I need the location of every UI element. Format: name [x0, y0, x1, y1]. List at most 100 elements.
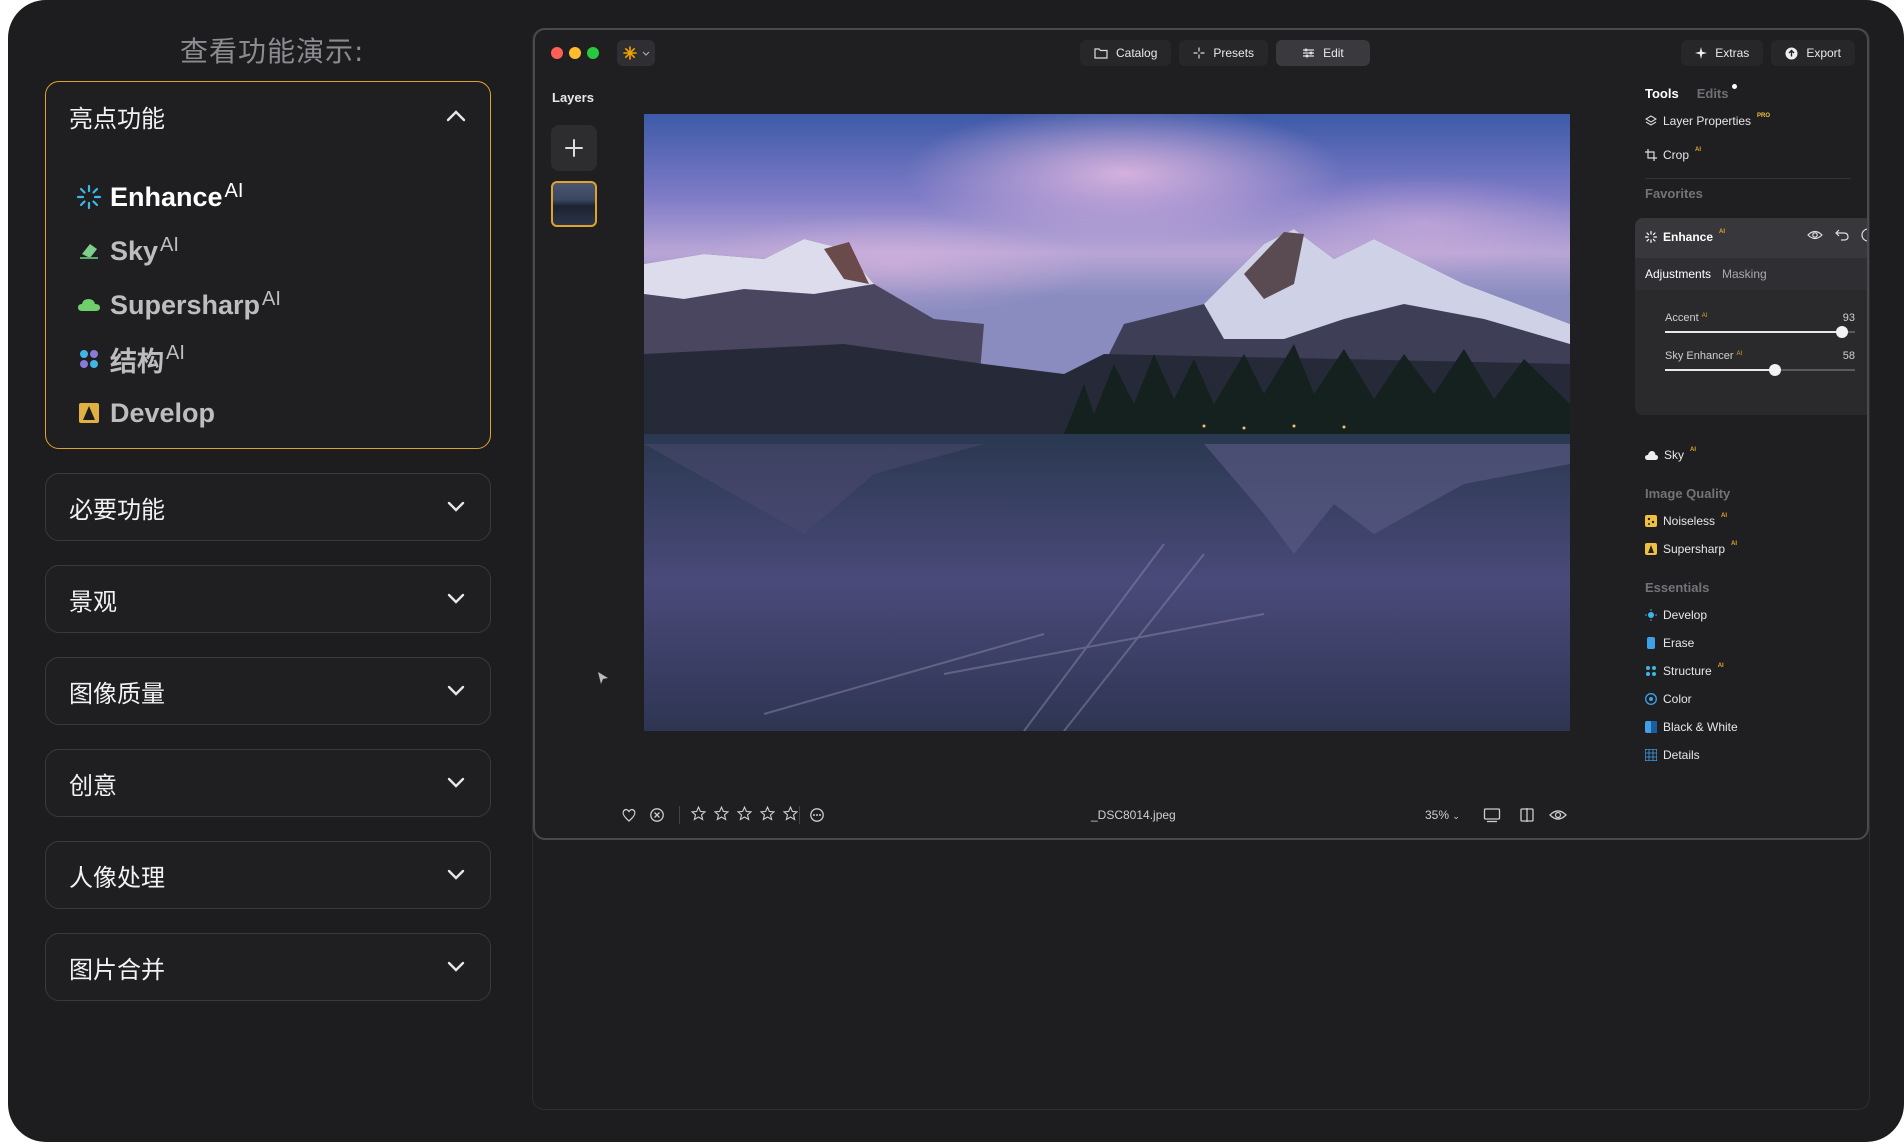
- photo-canvas[interactable]: [644, 114, 1570, 731]
- accent-value: 93: [1842, 312, 1855, 324]
- accordion-essentials[interactable]: 必要功能: [45, 473, 491, 541]
- ai-badge: AI: [1701, 313, 1708, 319]
- heart-icon[interactable]: [621, 807, 637, 823]
- accordion-image-quality[interactable]: 图像质量: [45, 657, 491, 725]
- sky-enhancer-text: Sky Enhancer: [1665, 350, 1734, 362]
- sky-enhancer-slider[interactable]: [1665, 364, 1855, 376]
- enhance-card: Enhance AI Adjustments Masking Accent AI …: [1635, 218, 1869, 415]
- accordion-landscape[interactable]: 景观: [45, 565, 491, 633]
- enhance-sliders: Accent AI 93 Sky Enhancer AI 58: [1635, 290, 1867, 415]
- info-icon[interactable]: [1861, 228, 1869, 242]
- tool-label: Supersharp: [1663, 542, 1726, 556]
- tool-supersharp[interactable]: Supersharp AI: [1645, 541, 1737, 556]
- star-icon[interactable]: [714, 806, 729, 821]
- edit-tab[interactable]: Edit: [1276, 40, 1370, 66]
- chevron-down-icon: [447, 593, 465, 604]
- cloud-icon: [1645, 450, 1658, 460]
- tool-erase[interactable]: Erase: [1645, 636, 1694, 650]
- tool-noiseless[interactable]: Noiseless AI: [1645, 513, 1727, 528]
- divider: [1645, 178, 1851, 179]
- enhance-icon: [76, 184, 102, 210]
- minimize-window-button[interactable]: [569, 47, 581, 59]
- feature-name: Supersharp: [110, 289, 261, 320]
- tool-black-white[interactable]: Black & White: [1645, 720, 1738, 734]
- ai-badge: AI: [1717, 663, 1724, 669]
- accordion-merge[interactable]: 图片合并: [45, 933, 491, 1001]
- tools-tab[interactable]: Tools: [1645, 86, 1679, 101]
- star-icon[interactable]: [760, 806, 775, 821]
- accordion-header: 人像处理: [46, 842, 490, 908]
- star-icon[interactable]: [691, 806, 706, 821]
- chevron-down-icon: [642, 51, 650, 56]
- structure-icon: [80, 350, 98, 368]
- ai-superscript: AI: [262, 287, 281, 310]
- tool-details[interactable]: Details: [1645, 748, 1700, 762]
- feature-name: 结构: [110, 346, 164, 377]
- feature-item-sky[interactable]: Sky AI: [76, 224, 281, 278]
- enhance-header[interactable]: Enhance AI: [1645, 229, 1725, 244]
- tool-layer-properties[interactable]: Layer Properties PRO: [1645, 113, 1771, 128]
- enhance-title: Enhance: [1663, 230, 1714, 244]
- pro-badge: PRO: [1757, 113, 1771, 119]
- adjustments-tab[interactable]: Adjustments: [1645, 267, 1711, 281]
- noiseless-icon: [1645, 515, 1657, 527]
- tool-crop[interactable]: Crop AI: [1645, 147, 1701, 162]
- tool-color[interactable]: Color: [1645, 692, 1692, 706]
- bottom-toolbar: _DSC8014.jpeg 35% ⌄: [535, 800, 1605, 830]
- catalog-tab[interactable]: Catalog: [1080, 40, 1172, 66]
- star-icon[interactable]: [783, 806, 798, 821]
- feature-name: Develop: [110, 397, 216, 428]
- tool-sky[interactable]: Sky AI: [1645, 447, 1696, 462]
- chevron-down-icon: [447, 777, 465, 788]
- sparkle-icon: [1193, 47, 1205, 59]
- star-icon[interactable]: [737, 806, 752, 821]
- feature-item-develop[interactable]: Develop: [76, 386, 281, 440]
- eye-icon[interactable]: [1807, 228, 1823, 242]
- supersharp-icon: [1645, 543, 1657, 555]
- reject-icon[interactable]: [649, 807, 665, 823]
- zoom-window-button[interactable]: [587, 47, 599, 59]
- undo-icon[interactable]: [1835, 228, 1849, 242]
- masking-tab[interactable]: Masking: [1722, 267, 1767, 281]
- accordion-header: 必要功能: [46, 474, 490, 540]
- app-menu-button[interactable]: [617, 40, 655, 66]
- layer-thumbnail[interactable]: [551, 181, 597, 227]
- slider-handle[interactable]: [1769, 364, 1782, 376]
- feature-name: Sky: [110, 235, 159, 266]
- slider-handle[interactable]: [1835, 326, 1848, 338]
- tool-develop[interactable]: Develop: [1645, 608, 1707, 622]
- accordion-header-highlights[interactable]: 亮点功能: [46, 82, 490, 150]
- essentials-header: Essentials: [1645, 580, 1710, 595]
- accordion-header: 创意: [46, 750, 490, 816]
- accordion-highlights: 亮点功能 Enhance AI Sky AI Supersharp AI 结构 …: [45, 81, 491, 449]
- layers-icon: [1645, 115, 1657, 126]
- accordion-portrait[interactable]: 人像处理: [45, 841, 491, 909]
- edits-tab[interactable]: Edits: [1697, 84, 1737, 101]
- export-button[interactable]: Export: [1771, 40, 1855, 66]
- filmstrip-icon[interactable]: [1483, 807, 1501, 823]
- feature-item-enhance[interactable]: Enhance AI: [76, 170, 281, 224]
- zoom-dropdown[interactable]: 35% ⌄: [1425, 808, 1460, 822]
- divider: [799, 806, 800, 824]
- feature-item-structure[interactable]: 结构 AI: [76, 332, 281, 386]
- presets-tab[interactable]: Presets: [1179, 40, 1269, 66]
- more-icon[interactable]: [809, 807, 825, 823]
- chevron-down-icon: [447, 501, 465, 512]
- presets-label: Presets: [1213, 46, 1255, 60]
- feature-item-supersharp[interactable]: Supersharp AI: [76, 278, 281, 332]
- compare-icon[interactable]: [1519, 807, 1535, 823]
- extras-button[interactable]: Extras: [1681, 40, 1764, 66]
- sky-enhancer-value: 58: [1842, 350, 1855, 362]
- tool-structure[interactable]: Structure AI: [1645, 663, 1724, 678]
- catalog-label: Catalog: [1116, 46, 1158, 60]
- close-window-button[interactable]: [551, 47, 563, 59]
- accent-slider[interactable]: [1665, 326, 1855, 338]
- accordion-creative[interactable]: 创意: [45, 749, 491, 817]
- eye-icon[interactable]: [1549, 807, 1567, 823]
- accordion-header: 图片合并: [46, 934, 490, 1000]
- tool-label: Color: [1663, 692, 1692, 706]
- sun-icon: [623, 46, 637, 60]
- title-bar: Catalog Presets Edit Extras Export: [535, 30, 1867, 74]
- add-layer-button[interactable]: [551, 125, 597, 171]
- tool-label: Sky: [1664, 448, 1685, 462]
